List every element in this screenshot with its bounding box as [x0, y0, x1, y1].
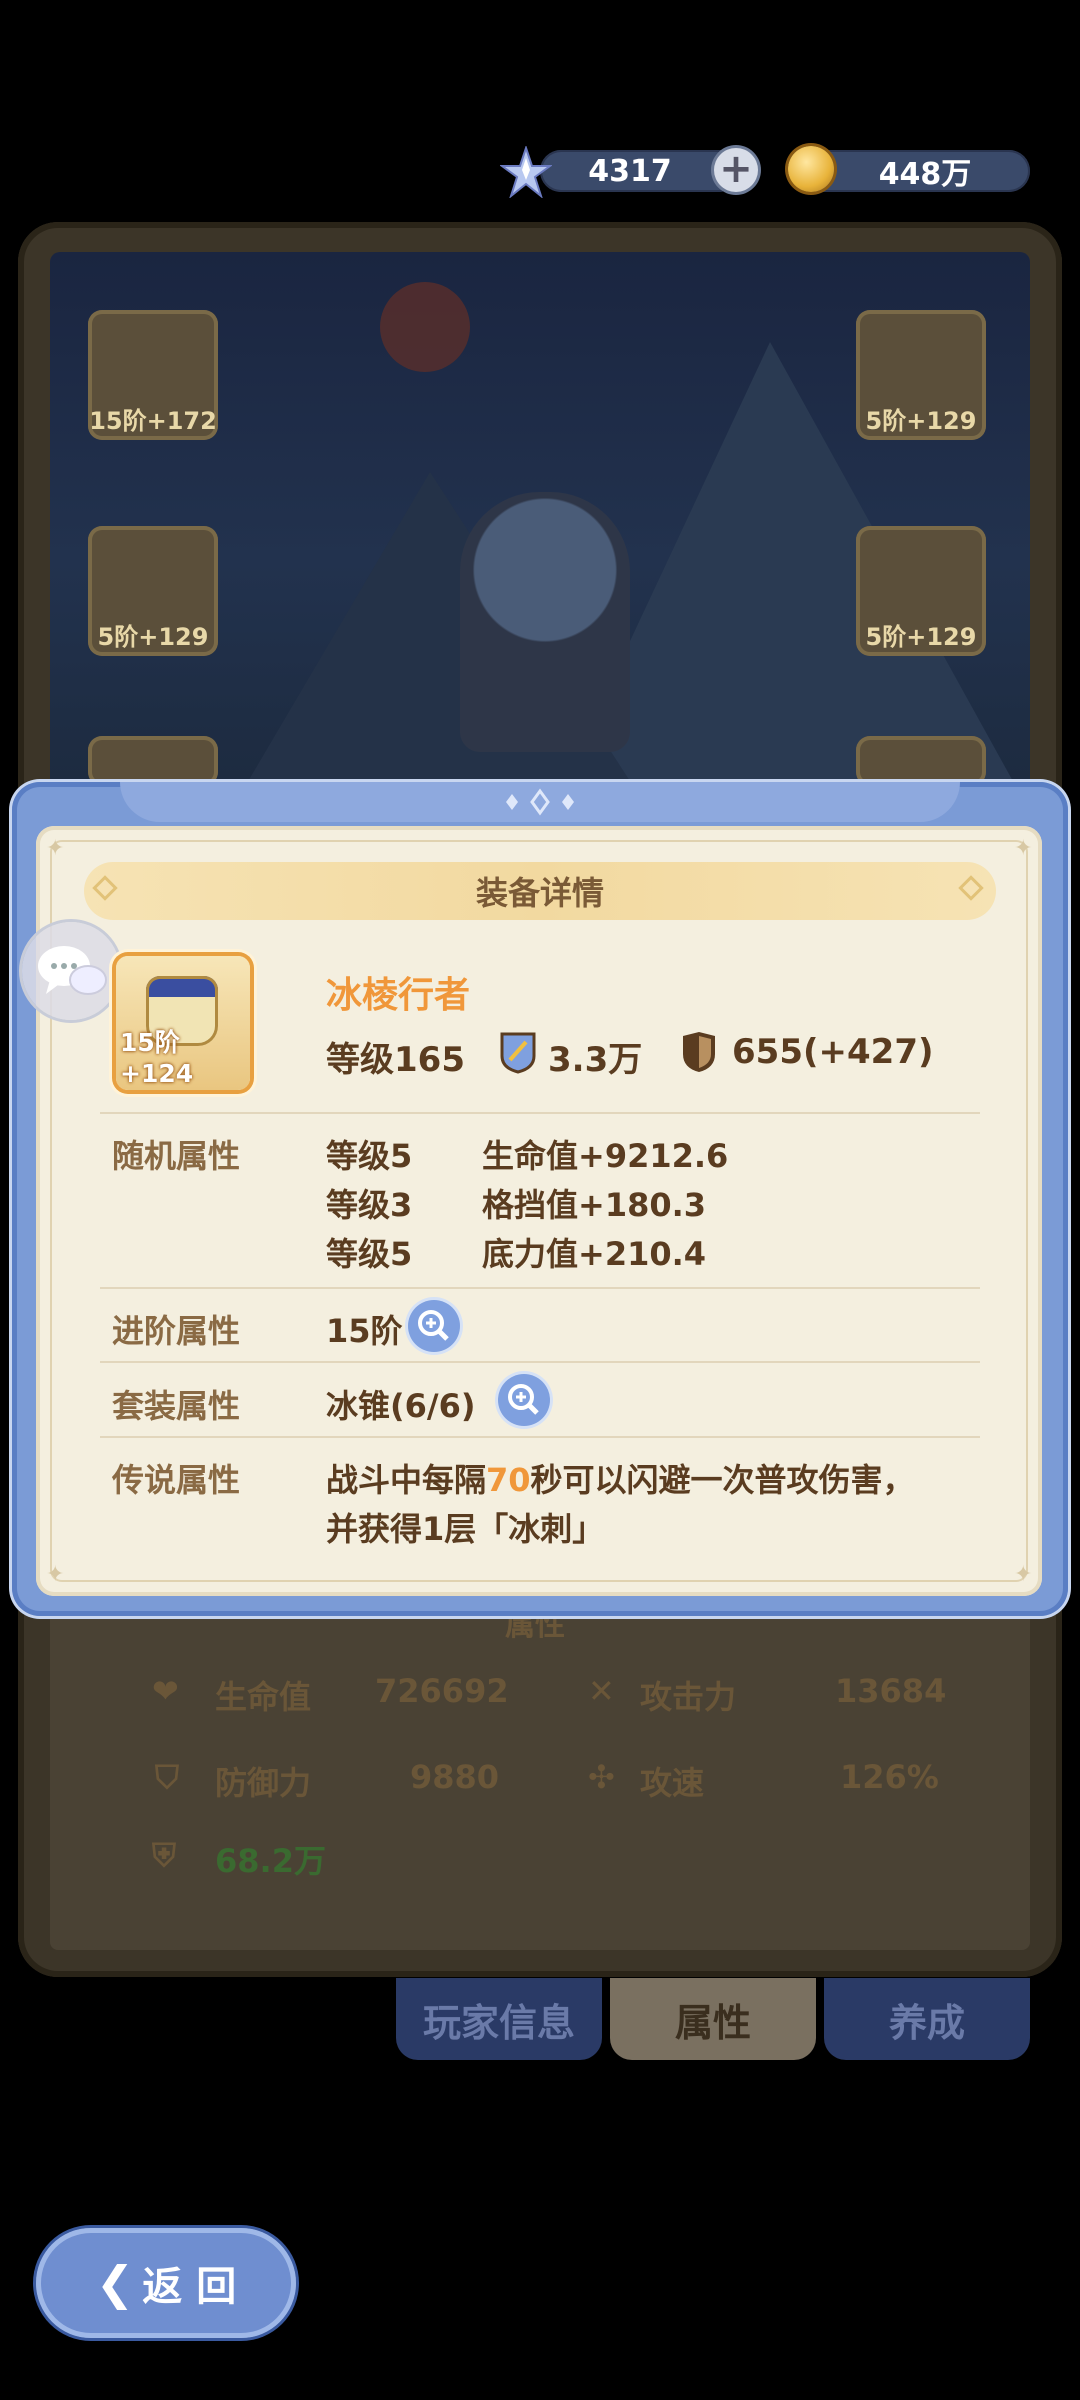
divider — [100, 1287, 980, 1289]
modal-title: 装备详情 — [475, 874, 604, 912]
item-power: 3.3万 — [548, 1040, 643, 1080]
legend-attrs-label: 传说属性 — [112, 1461, 241, 1499]
combat-power-icon — [500, 1032, 536, 1074]
shield-icon: ⛉ — [155, 1758, 180, 1796]
random-attr-level: 等级5 — [326, 1137, 413, 1175]
atk-label: 攻击力 — [640, 1678, 737, 1716]
random-attr-level: 等级3 — [326, 1186, 413, 1224]
divider — [100, 1361, 980, 1363]
set-detail-button[interactable] — [498, 1374, 550, 1426]
equip-slot-weapon[interactable]: 15阶+172 — [88, 310, 218, 440]
power-badge-icon: ⛨ — [152, 1836, 177, 1874]
tab-cultivate[interactable]: 养成 — [824, 1978, 1030, 2060]
moon — [380, 282, 470, 372]
legend-attrs-line1: 战斗中每隔70秒可以闪避一次普攻伤害， — [326, 1455, 915, 1501]
equip-slot-armor[interactable]: 5阶+129 — [88, 526, 218, 656]
legend-cooldown-seconds: 70 — [486, 1461, 531, 1499]
speed-icon: ✣ — [588, 1758, 615, 1796]
modal-title-banner: 装备详情 — [84, 862, 996, 920]
gold-coin-icon — [788, 146, 834, 192]
hp-label: 生命值 — [215, 1678, 312, 1716]
advance-attrs-value: 15阶 — [326, 1312, 403, 1350]
divider — [100, 1436, 980, 1438]
swords-icon: ✕ — [588, 1672, 615, 1710]
chat-icon — [38, 946, 107, 995]
random-attr-stat: 生命值+9212.6 — [482, 1137, 729, 1175]
back-button[interactable]: ❮ 返 回 — [36, 2228, 296, 2338]
legend-attrs-line2: 并获得1层「冰刺」 — [326, 1510, 605, 1548]
equip-slot-lower-right[interactable] — [856, 736, 986, 786]
spd-label: 攻速 — [640, 1764, 705, 1802]
heart-icon: ❤ — [152, 1672, 179, 1710]
item-level: 等级165 — [326, 1040, 465, 1080]
tab-label: 属性 — [674, 2000, 751, 2045]
divider — [100, 1112, 980, 1114]
random-attrs-label: 随机属性 — [112, 1137, 241, 1175]
set-attrs-label: 套装属性 — [112, 1387, 241, 1425]
corner-ornament: ✦ — [46, 1562, 65, 1587]
magnify-icon — [508, 1384, 539, 1415]
modal-top-ornament — [506, 788, 574, 816]
equip-slot-shoulder[interactable]: 5阶+129 — [856, 526, 986, 656]
gold-counter: 448万 — [800, 150, 1030, 192]
corner-ornament: ✦ — [1014, 836, 1033, 861]
gem-counter: 4317 — [540, 150, 740, 192]
advance-detail-button[interactable] — [408, 1300, 460, 1352]
spd-value: 126% — [840, 1758, 939, 1796]
legend-text-post: 秒可以闪避一次普攻伤害， — [530, 1461, 915, 1499]
item-name: 冰棱行者 — [326, 975, 471, 1016]
chat-button[interactable] — [22, 922, 120, 1020]
equip-slot-lower-left[interactable] — [88, 736, 218, 786]
defense-shield-icon — [683, 1032, 715, 1072]
back-label: 返 回 — [142, 2264, 237, 2310]
gem-amount: 4317 — [588, 153, 672, 189]
slot-tier: 15阶+172 — [89, 407, 217, 435]
equip-slot-helmet[interactable]: 5阶+129 — [856, 310, 986, 440]
set-attrs-value: 冰锥(6/6) — [326, 1387, 476, 1425]
def-value: 9880 — [410, 1758, 500, 1796]
gem-icon — [500, 146, 552, 198]
gold-amount: 448万 — [878, 157, 972, 192]
tab-label: 养成 — [888, 2000, 965, 2045]
def-label: 防御力 — [215, 1764, 312, 1802]
slot-tier: 5阶+129 — [865, 407, 977, 435]
total-power-value: 68.2万 — [215, 1842, 326, 1880]
slot-tier: 5阶+129 — [865, 623, 977, 651]
legend-text-pre: 战斗中每隔 — [326, 1461, 487, 1499]
atk-value: 13684 — [835, 1672, 947, 1710]
item-defense: 655(+427) — [732, 1032, 934, 1072]
item-icon-frame[interactable]: 15阶+124 — [116, 956, 250, 1090]
back-arrow-icon: ❮ — [95, 2256, 135, 2310]
magnify-icon — [418, 1310, 449, 1341]
add-gems-button[interactable]: + — [714, 148, 758, 192]
random-attr-level: 等级5 — [326, 1235, 413, 1273]
random-attr-stat: 底力值+210.4 — [482, 1235, 707, 1273]
tab-attributes[interactable]: 属性 — [610, 1978, 816, 2060]
slot-tier: 5阶+129 — [97, 623, 209, 651]
item-tier: 15阶+124 — [120, 1028, 194, 1088]
advance-attrs-label: 进阶属性 — [112, 1312, 241, 1350]
random-attr-stat: 格挡值+180.3 — [482, 1186, 707, 1224]
corner-ornament: ✦ — [46, 836, 65, 861]
tab-player-info[interactable]: 玩家信息 — [396, 1978, 602, 2060]
hero-character — [460, 492, 630, 752]
hp-value: 726692 — [375, 1672, 509, 1710]
tab-label: 玩家信息 — [422, 2000, 575, 2045]
corner-ornament: ✦ — [1014, 1562, 1033, 1587]
